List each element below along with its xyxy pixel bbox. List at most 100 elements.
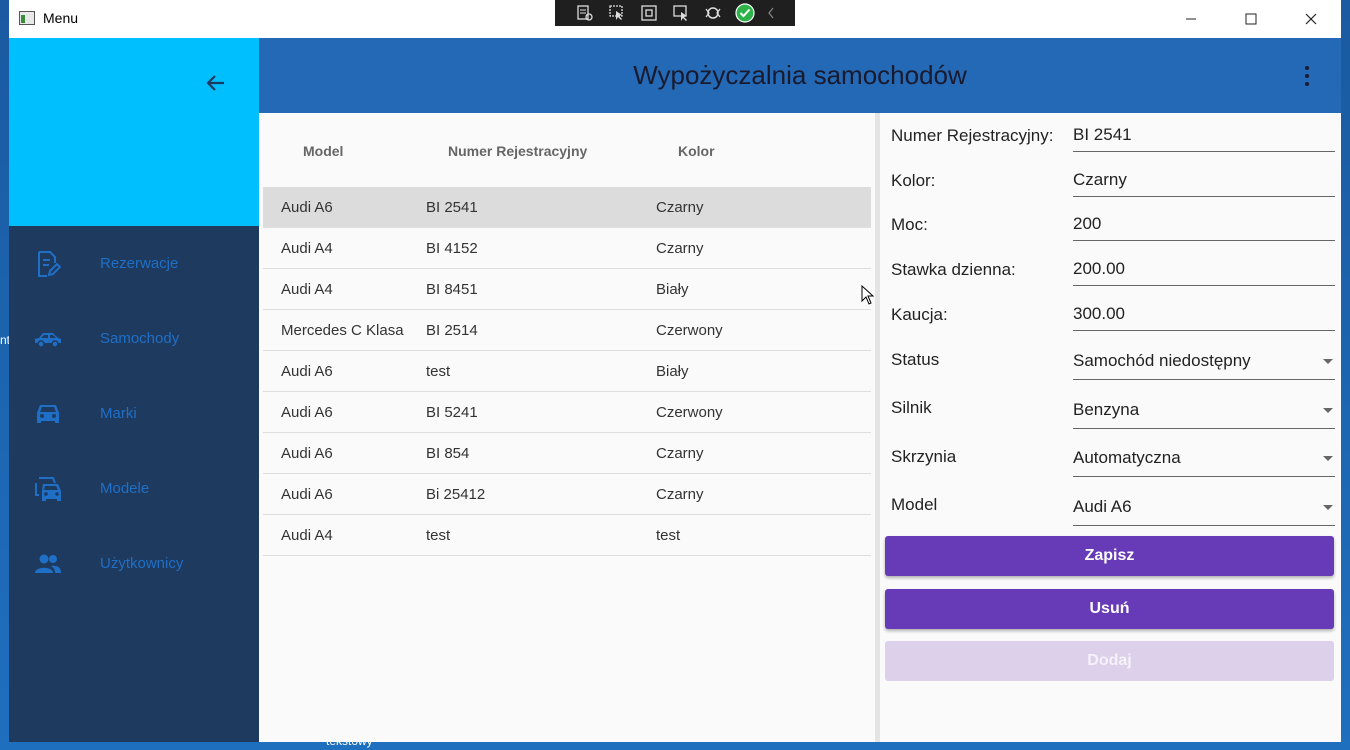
model-label: Model <box>891 495 938 514</box>
color-input[interactable]: Czarny <box>1073 170 1335 197</box>
column-header-color[interactable]: Kolor <box>678 143 715 159</box>
table-row[interactable]: Audi A6 BI 854 Czarny <box>263 433 871 474</box>
cell-registration: BI 854 <box>426 445 470 462</box>
sidebar-item-modele[interactable]: Modele <box>9 451 259 526</box>
minimize-button[interactable] <box>1162 0 1220 38</box>
daily-rate-label: Stawka dzienna: <box>891 260 1016 279</box>
cell-model: Audi A4 <box>281 240 333 257</box>
app-header: Wypożyczalnia samochodów <box>259 38 1341 113</box>
app-icon <box>19 11 35 25</box>
sidebar-item-rezerwacje[interactable]: Rezerwacje <box>9 226 259 301</box>
app-window: Menu Rezerwacje Samochody Marki Modele U… <box>9 0 1341 742</box>
power-input[interactable]: 200 <box>1073 214 1335 241</box>
arrow-left-icon <box>206 75 224 91</box>
sidebar: Rezerwacje Samochody Marki Modele Użytko <box>9 38 259 742</box>
registration-input[interactable]: BI 2541 <box>1073 125 1335 152</box>
gearbox-select[interactable]: Automatyczna <box>1073 448 1335 477</box>
cell-registration: test <box>426 527 451 544</box>
cell-registration: BI 5241 <box>426 404 478 421</box>
engine-select[interactable]: Benzyna <box>1073 400 1335 429</box>
cell-color: Czarny <box>656 199 704 216</box>
select-pointer-icon <box>609 5 623 20</box>
cell-color: Czarny <box>656 445 704 462</box>
sidebar-item-uzytkownicy[interactable]: Użytkownicy <box>9 526 259 601</box>
sidebar-header <box>9 38 259 226</box>
save-button[interactable]: Zapisz <box>885 536 1334 576</box>
dot-icon <box>1305 66 1309 70</box>
track-focus-icon <box>673 5 687 21</box>
car-side-icon <box>33 324 63 354</box>
cell-model: Mercedes C Klasa <box>281 322 404 339</box>
table-row[interactable]: Audi A6 BI 2541 Czarny <box>263 187 871 228</box>
cell-model: Audi A4 <box>281 281 333 298</box>
maximize-button[interactable] <box>1222 0 1280 38</box>
column-header-model[interactable]: Model <box>303 143 343 159</box>
sidebar-item-label: Użytkownicy <box>100 555 184 572</box>
daily-rate-input[interactable]: 200.00 <box>1073 259 1335 286</box>
model-select-value: Audi A6 <box>1073 497 1132 516</box>
caret-down-icon <box>1323 456 1333 461</box>
table-row[interactable]: Audi A4 test test <box>263 515 871 556</box>
model-select[interactable]: Audi A6 <box>1073 497 1335 526</box>
cell-registration: BI 2514 <box>426 322 478 339</box>
live-tree-button[interactable] <box>569 0 601 26</box>
cell-color: Biały <box>656 281 689 298</box>
gearbox-select-value: Automatyczna <box>1073 448 1181 467</box>
cell-color: Czerwony <box>656 404 723 421</box>
table-row[interactable]: Audi A6 Bi 25412 Czarny <box>263 474 871 515</box>
close-button[interactable] <box>1282 0 1340 38</box>
table-row[interactable]: Audi A6 BI 5241 Czerwony <box>263 392 871 433</box>
display-adorners-button[interactable] <box>633 0 665 26</box>
column-header-registration[interactable]: Numer Rejestracyjny <box>448 143 587 159</box>
engine-select-value: Benzyna <box>1073 400 1140 419</box>
cars-icon <box>33 474 63 504</box>
edit-document-icon <box>33 249 63 279</box>
cell-registration: BI 8451 <box>426 281 478 298</box>
table-row[interactable]: Audi A4 BI 4152 Czarny <box>263 228 871 269</box>
cell-model: Audi A4 <box>281 527 333 544</box>
caret-down-icon <box>1323 359 1333 364</box>
check-circle-icon <box>735 3 755 23</box>
cell-model: Audi A6 <box>281 486 333 503</box>
status-select[interactable]: Samochód niedostępny <box>1073 351 1335 380</box>
sidebar-item-marki[interactable]: Marki <box>9 376 259 451</box>
hot-reload-button[interactable] <box>697 0 729 26</box>
status-label: Status <box>891 350 940 369</box>
car-details-form: Numer Rejestracyjny: BI 2541 Kolor: Czar… <box>880 113 1341 742</box>
cell-registration: BI 4152 <box>426 240 478 257</box>
hot-reload-status-button[interactable] <box>729 0 761 26</box>
deposit-label: Kaucja: <box>891 305 948 324</box>
chevron-left-icon <box>768 7 774 19</box>
live-tree-icon <box>577 5 593 21</box>
cell-color: Czarny <box>656 486 704 503</box>
page-title: Wypożyczalnia samochodów <box>633 60 967 90</box>
minimize-icon <box>1186 18 1196 20</box>
cell-model: Audi A6 <box>281 445 333 462</box>
close-icon <box>1305 13 1317 25</box>
caret-down-icon <box>1323 505 1333 510</box>
table-row[interactable]: Audi A4 BI 8451 Biały <box>263 269 871 310</box>
cell-registration: test <box>426 363 451 380</box>
sidebar-item-label: Rezerwacje <box>100 255 179 272</box>
select-element-button[interactable] <box>601 0 633 26</box>
status-select-value: Samochód niedostępny <box>1073 351 1251 370</box>
hot-reload-icon <box>705 7 721 19</box>
back-button[interactable] <box>201 68 231 98</box>
sidebar-item-samochody[interactable]: Samochody <box>9 301 259 376</box>
delete-button[interactable]: Usuń <box>885 589 1334 629</box>
power-label: Moc: <box>891 215 928 234</box>
more-options-button[interactable] <box>1295 62 1319 90</box>
cars-table: Model Numer Rejestracyjny Kolor Audi A6 … <box>263 113 871 742</box>
add-button[interactable]: Dodaj <box>885 641 1334 681</box>
registration-label: Numer Rejestracyjny: <box>891 126 1054 145</box>
gearbox-label: Skrzynia <box>891 447 957 466</box>
cell-registration: Bi 25412 <box>426 486 486 503</box>
table-row[interactable]: Mercedes C Klasa BI 2514 Czerwony <box>263 310 871 351</box>
track-focus-button[interactable] <box>665 0 697 26</box>
collapse-toolbar-button[interactable] <box>761 0 781 26</box>
users-icon <box>33 549 63 579</box>
dot-icon <box>1305 74 1309 78</box>
table-row[interactable]: Audi A6 test Biały <box>263 351 871 392</box>
deposit-input[interactable]: 300.00 <box>1073 304 1335 331</box>
dot-icon <box>1305 82 1309 86</box>
